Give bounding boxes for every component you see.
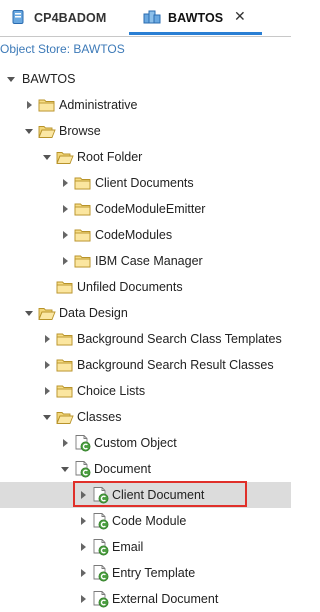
open-folder-icon — [38, 305, 56, 324]
tree-row[interactable]: Document — [0, 456, 291, 482]
tree-item-label: External Document — [112, 592, 219, 606]
tree-item-label: Client Document — [112, 488, 205, 502]
tree-item-label: BAWTOS — [22, 72, 76, 86]
tree-item-label: Root Folder — [77, 150, 143, 164]
tree-row[interactable]: Custom Object — [0, 430, 291, 456]
chevron-right-icon[interactable] — [78, 515, 88, 525]
tree-row[interactable]: External Document — [0, 586, 291, 612]
tree-item-label: Email — [112, 540, 144, 554]
tree-item-label: Code Module — [112, 514, 187, 528]
class-icon — [74, 460, 92, 481]
tab-label: CP4BADOM — [34, 11, 107, 25]
tree-row[interactable]: Unfiled Documents — [0, 274, 291, 300]
chevron-right-icon[interactable] — [78, 541, 88, 551]
object-store-icon — [10, 9, 26, 28]
folder-icon — [74, 253, 92, 272]
tree-item-label: Browse — [59, 124, 101, 138]
tab-bar: CP4BADOM BAWTOS ✕ — [0, 0, 291, 37]
tree-item-label: Administrative — [59, 98, 138, 112]
chevron-down-icon[interactable] — [24, 307, 34, 317]
tree-item-label: Entry Template — [112, 566, 196, 580]
tree-item-label: Background Search Class Templates — [77, 332, 282, 346]
folder-icon — [56, 279, 74, 298]
chevron-right-icon[interactable] — [78, 489, 88, 499]
tree-row[interactable]: Administrative — [0, 92, 291, 118]
chevron-down-icon[interactable] — [6, 73, 16, 83]
tree-item-label: Client Documents — [95, 176, 194, 190]
tree-item-label: Background Search Result Classes — [77, 358, 274, 372]
object-store-icon — [143, 9, 161, 28]
class-icon — [92, 512, 110, 533]
folder-icon — [74, 201, 92, 220]
chevron-right-icon[interactable] — [60, 437, 70, 447]
chevron-down-icon[interactable] — [24, 125, 34, 135]
chevron-right-icon[interactable] — [60, 177, 70, 187]
chevron-right-icon[interactable] — [42, 359, 52, 369]
folder-icon — [56, 383, 74, 402]
open-folder-icon — [56, 409, 74, 428]
chevron-right-icon[interactable] — [78, 567, 88, 577]
tree-row[interactable]: IBM Case Manager — [0, 248, 291, 274]
tab-cp4badom[interactable]: CP4BADOM — [0, 0, 129, 35]
folder-icon — [74, 175, 92, 194]
tree-item-label: Unfiled Documents — [77, 280, 183, 294]
folder-icon — [74, 227, 92, 246]
class-icon — [92, 538, 110, 559]
chevron-right-icon[interactable] — [42, 385, 52, 395]
tree-row[interactable]: Classes — [0, 404, 291, 430]
tree-item-label: IBM Case Manager — [95, 254, 203, 268]
tree-row[interactable]: Browse — [0, 118, 291, 144]
tree-item-label: CodeModuleEmitter — [95, 202, 206, 216]
tree-row[interactable]: BAWTOS — [0, 66, 291, 92]
tree-item-label: Document — [94, 462, 151, 476]
folder-icon — [56, 331, 74, 350]
tree-item-label: Custom Object — [94, 436, 177, 450]
tree-row[interactable]: Data Design — [0, 300, 291, 326]
tree-row[interactable]: CodeModuleEmitter — [0, 196, 291, 222]
tree-row[interactable]: Background Search Result Classes — [0, 352, 291, 378]
open-folder-icon — [38, 123, 56, 142]
chevron-right-icon[interactable] — [60, 203, 70, 213]
tree-row[interactable]: CodeModules — [0, 222, 291, 248]
class-icon — [92, 564, 110, 585]
tree-row[interactable]: Email — [0, 534, 291, 560]
tree-row[interactable]: Background Search Class Templates — [0, 326, 291, 352]
chevron-down-icon[interactable] — [60, 463, 70, 473]
class-icon — [92, 486, 110, 507]
folder-icon — [56, 357, 74, 376]
chevron-right-icon[interactable] — [78, 593, 88, 603]
tree-row[interactable]: Code Module — [0, 508, 291, 534]
close-icon[interactable]: ✕ — [234, 8, 246, 25]
chevron-right-icon[interactable] — [24, 99, 34, 109]
tab-bawtos[interactable]: BAWTOS ✕ — [129, 0, 262, 35]
tree-item-label: Choice Lists — [77, 384, 146, 398]
folder-icon — [38, 97, 56, 116]
object-store-label: Object Store: BAWTOS — [0, 42, 125, 56]
class-icon — [74, 434, 92, 455]
tree-row[interactable]: Client Document — [0, 482, 291, 508]
chevron-down-icon[interactable] — [42, 411, 52, 421]
tree-row[interactable]: Root Folder — [0, 144, 291, 170]
tree-item-label: Classes — [77, 410, 122, 424]
tree-item-label: Data Design — [59, 306, 128, 320]
chevron-right-icon[interactable] — [60, 229, 70, 239]
chevron-right-icon[interactable] — [60, 255, 70, 265]
chevron-down-icon[interactable] — [42, 151, 52, 161]
tree-row[interactable]: Client Documents — [0, 170, 291, 196]
tree-item-label: CodeModules — [95, 228, 173, 242]
tree-row[interactable]: Choice Lists — [0, 378, 291, 404]
tab-label: BAWTOS — [168, 11, 224, 25]
tree-row[interactable]: Entry Template — [0, 560, 291, 586]
chevron-right-icon[interactable] — [42, 333, 52, 343]
open-folder-icon — [56, 149, 74, 168]
